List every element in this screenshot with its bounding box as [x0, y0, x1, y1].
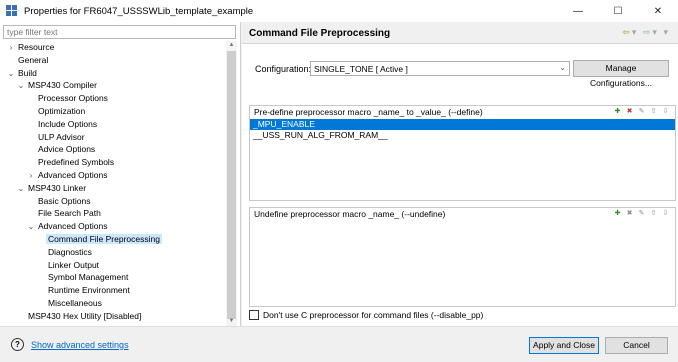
tree-item[interactable]: Advice Options [0, 143, 226, 156]
tree-item[interactable]: Basic Options [0, 195, 226, 208]
main-panel: Command File Preprocessing ⇦▾ ⇨▾ ▾ Confi… [242, 22, 678, 326]
tree-item-label: Command File Preprocessing [46, 233, 162, 244]
cancel-button[interactable]: Cancel [605, 337, 668, 354]
tree-item[interactable]: General [0, 54, 226, 67]
tree-item-label: Advanced Options [38, 221, 108, 232]
tree-item-label: General [18, 54, 49, 65]
manage-configurations-button[interactable]: Manage Configurations... [573, 60, 669, 88]
tree-item[interactable]: Linker Output [0, 259, 226, 272]
properties-tree: › Resource General ⌄ Build ⌄ MSP430 Compiler Pr… [0, 41, 226, 323]
tree-item-label: File Search Path [38, 208, 101, 219]
disable-pp-row: Don't use C preprocessor for command fil… [249, 310, 483, 320]
scrollbar-thumb[interactable] [227, 51, 236, 319]
tree-item[interactable]: Runtime Environment [0, 284, 226, 297]
tree-item[interactable]: ⌄ MSP430 Compiler [0, 79, 226, 92]
apply-and-close-button[interactable]: Apply and Close [529, 337, 599, 354]
tree-item-label: Basic Options [38, 195, 91, 206]
define-macros-panel: Pre-define preprocessor macro _name_ to … [249, 105, 676, 201]
move-up-icon[interactable]: ⇧ [649, 209, 658, 219]
forward-dropdown-icon[interactable]: ▾ [652, 27, 659, 37]
scroll-up-icon[interactable]: ▲ [226, 41, 237, 50]
nav-toolbar: ⇦▾ ⇨▾ ▾ [622, 27, 670, 38]
filter-input[interactable] [3, 25, 236, 39]
move-down-icon[interactable]: ⇩ [661, 209, 670, 219]
tree-item-label: MSP430 Hex Utility [Disabled] [28, 310, 142, 321]
tree-item[interactable]: Diagnostics [0, 246, 226, 259]
tree-item[interactable]: Processor Options [0, 92, 226, 105]
tree-item[interactable]: Include Options [0, 118, 226, 131]
configuration-label: Configuration: [255, 64, 312, 74]
move-up-icon[interactable]: ⇧ [649, 107, 658, 117]
configuration-value: SINGLE_TONE [ Active ] [314, 64, 408, 74]
tree-item-label: Diagnostics [48, 246, 92, 257]
tree-item[interactable]: ULP Advisor [0, 131, 226, 144]
tree-item-label: Symbol Management [48, 272, 129, 283]
minimize-button[interactable]: — [558, 0, 598, 22]
help-icon[interactable]: ? [11, 338, 24, 351]
close-button[interactable]: ✕ [638, 0, 678, 22]
tree-item-label: Linker Output [48, 259, 100, 270]
tree-item-label: Processor Options [38, 93, 108, 104]
view-menu-icon[interactable]: ▾ [663, 27, 670, 37]
edit-icon[interactable]: ✎ [637, 209, 646, 219]
app-icon [6, 5, 18, 17]
window-title: Properties for FR6047_USSSWLib_template_… [24, 5, 254, 17]
tree-item[interactable]: Miscellaneous [0, 297, 226, 310]
macro-list-item[interactable]: _MPU_ENABLE [250, 119, 675, 130]
edit-icon[interactable]: ✎ [637, 107, 646, 117]
dialog-footer: ? Show advanced settings Apply and Close… [0, 326, 678, 362]
scroll-down-icon[interactable]: ▼ [226, 317, 237, 326]
tree-item[interactable]: Symbol Management [0, 271, 226, 284]
tree-item[interactable]: › Advanced Options [0, 169, 226, 182]
tree-item-label: Advanced Options [38, 169, 108, 180]
disable-pp-label: Don't use C preprocessor for command fil… [263, 310, 484, 320]
back-arrow-icon[interactable]: ⇦ [622, 27, 632, 37]
tree-item-label: Advice Options [38, 144, 96, 155]
back-dropdown-icon[interactable]: ▾ [632, 27, 639, 37]
tree-item-label: MSP430 Linker [28, 182, 87, 193]
undefine-panel-header: Undefine preprocessor macro _name_ (--un… [254, 209, 446, 219]
tree-item-label: Runtime Environment [48, 285, 130, 296]
add-icon[interactable]: ✚ [613, 107, 622, 117]
delete-icon[interactable]: ✖ [625, 209, 634, 219]
tree-item-label: ULP Advisor [38, 131, 85, 142]
define-panel-header: Pre-define preprocessor macro _name_ to … [254, 107, 483, 117]
tree-item-label: Include Options [38, 118, 98, 129]
show-advanced-settings-link[interactable]: Show advanced settings [31, 340, 129, 350]
disable-pp-checkbox[interactable] [249, 310, 259, 320]
tree-item[interactable]: › Resource [0, 41, 226, 54]
tree-item[interactable]: File Search Path [0, 207, 226, 220]
tree-item-label: Predefined Symbols [38, 157, 115, 168]
title-bar: Properties for FR6047_USSSWLib_template_… [0, 0, 678, 22]
sidebar: ›ResourceGeneral⌄Build⌄MSP430 CompilerPr… [0, 22, 241, 326]
tree-item-label: Resource [18, 42, 55, 52]
forward-arrow-icon[interactable]: ⇨ [643, 27, 653, 37]
chevron-down-icon: ⌄ [559, 63, 566, 72]
maximize-button[interactable]: ☐ [598, 0, 638, 22]
tree-item[interactable]: Command File Preprocessing [0, 233, 226, 246]
add-icon[interactable]: ✚ [613, 209, 622, 219]
configuration-select[interactable]: SINGLE_TONE [ Active ] ⌄ [310, 61, 570, 76]
tree-item-label: MSP430 Compiler [28, 80, 97, 91]
tree-item[interactable]: ⌄ MSP430 Linker [0, 182, 226, 195]
move-down-icon[interactable]: ⇩ [661, 107, 670, 117]
sidebar-scrollbar[interactable]: ▲ ▼ [226, 41, 237, 326]
tree-item-label: Build [18, 67, 37, 78]
undefine-macros-panel: Undefine preprocessor macro _name_ (--un… [249, 207, 676, 307]
tree-item-label: Optimization [38, 105, 86, 116]
tree-item[interactable]: Predefined Symbols [0, 156, 226, 169]
tree-item-label: Miscellaneous [48, 297, 102, 308]
delete-icon[interactable]: ✖ [625, 107, 634, 117]
macro-list-item[interactable]: __USS_RUN_ALG_FROM_RAM__ [250, 130, 675, 141]
tree-item[interactable]: ⌄ Advanced Options [0, 220, 226, 233]
tree-item[interactable]: MSP430 Hex Utility [Disabled] [0, 310, 226, 323]
page-title: Command File Preprocessing [249, 28, 391, 39]
tree-item[interactable]: Optimization [0, 105, 226, 118]
tree-item[interactable]: ⌄ Build [0, 67, 226, 80]
define-macros-list[interactable]: _MPU_ENABLE __USS_RUN_ALG_FROM_RAM__ [250, 119, 675, 140]
